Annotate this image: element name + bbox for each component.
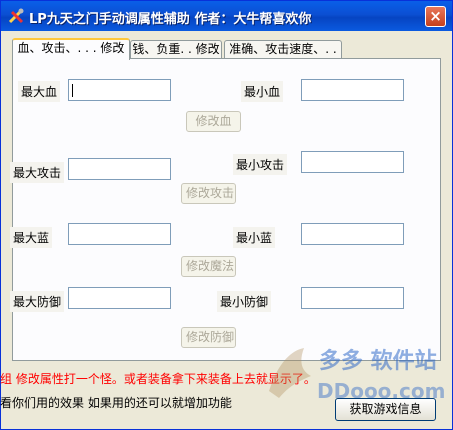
tab-label: 钱、负重. . 修改 bbox=[132, 42, 220, 56]
window-title: LP九天之门手动调属性辅助 作者：大牛帮喜欢你 bbox=[29, 12, 312, 27]
close-icon: × bbox=[429, 7, 442, 25]
max-hp-label: 最大血 bbox=[18, 81, 61, 102]
tab-panel: 最大血 最小血 修改血 最大攻击 最小攻击 修改攻击 最大蓝 最小蓝 修改魔法 … bbox=[10, 58, 441, 361]
min-defense-label: 最小防御 bbox=[217, 291, 272, 312]
min-attack-input[interactable] bbox=[301, 151, 404, 173]
min-hp-label: 最小血 bbox=[241, 81, 284, 102]
min-mana-input[interactable] bbox=[301, 223, 404, 245]
modify-defense-button[interactable]: 修改防御 bbox=[181, 327, 236, 348]
min-attack-label: 最小攻击 bbox=[233, 154, 288, 175]
modify-hp-button[interactable]: 修改血 bbox=[186, 111, 241, 132]
tab-blood-attack[interactable]: 血、攻击、. . . 修改 bbox=[12, 38, 130, 60]
min-defense-input[interactable] bbox=[301, 287, 404, 309]
watermark-text: 多多 软件站 bbox=[319, 348, 437, 374]
site-watermark: 多多 软件站 DDooo.com bbox=[269, 348, 445, 403]
max-attack-input[interactable] bbox=[68, 158, 171, 180]
title-bar[interactable]: LP九天之门手动调属性辅助 作者：大牛帮喜欢你 × bbox=[1, 1, 452, 31]
instruction-text-2: 看你们用的效果 如果用的还可以就增加功能 bbox=[0, 396, 232, 410]
close-button[interactable]: × bbox=[425, 6, 446, 27]
tab-label: 准确、攻击速度、. . bbox=[229, 42, 337, 56]
max-hp-input[interactable] bbox=[68, 79, 171, 101]
modify-attack-button[interactable]: 修改攻击 bbox=[181, 183, 236, 204]
max-mana-label: 最大蓝 bbox=[10, 227, 53, 248]
get-game-info-button[interactable]: 获取游戏信息 bbox=[335, 398, 436, 421]
tab-accuracy-speed[interactable]: 准确、攻击速度、. . bbox=[224, 40, 342, 59]
max-attack-label: 最大攻击 bbox=[10, 162, 65, 183]
tools-icon bbox=[8, 8, 24, 24]
modify-mana-button[interactable]: 修改魔法 bbox=[181, 256, 236, 277]
tab-label: 血、攻击、. . . 修改 bbox=[17, 41, 125, 55]
max-defense-input[interactable] bbox=[68, 287, 171, 309]
min-mana-label: 最小蓝 bbox=[233, 227, 276, 248]
text-caret bbox=[72, 84, 73, 97]
max-defense-label: 最大防御 bbox=[10, 291, 65, 312]
tab-money-weight[interactable]: 钱、负重. . 修改 bbox=[130, 40, 222, 59]
main-window: LP九天之门手动调属性辅助 作者：大牛帮喜欢你 × 血、攻击、. . . 修改 … bbox=[0, 0, 453, 430]
min-hp-input[interactable] bbox=[301, 79, 404, 101]
max-mana-input[interactable] bbox=[68, 223, 171, 245]
